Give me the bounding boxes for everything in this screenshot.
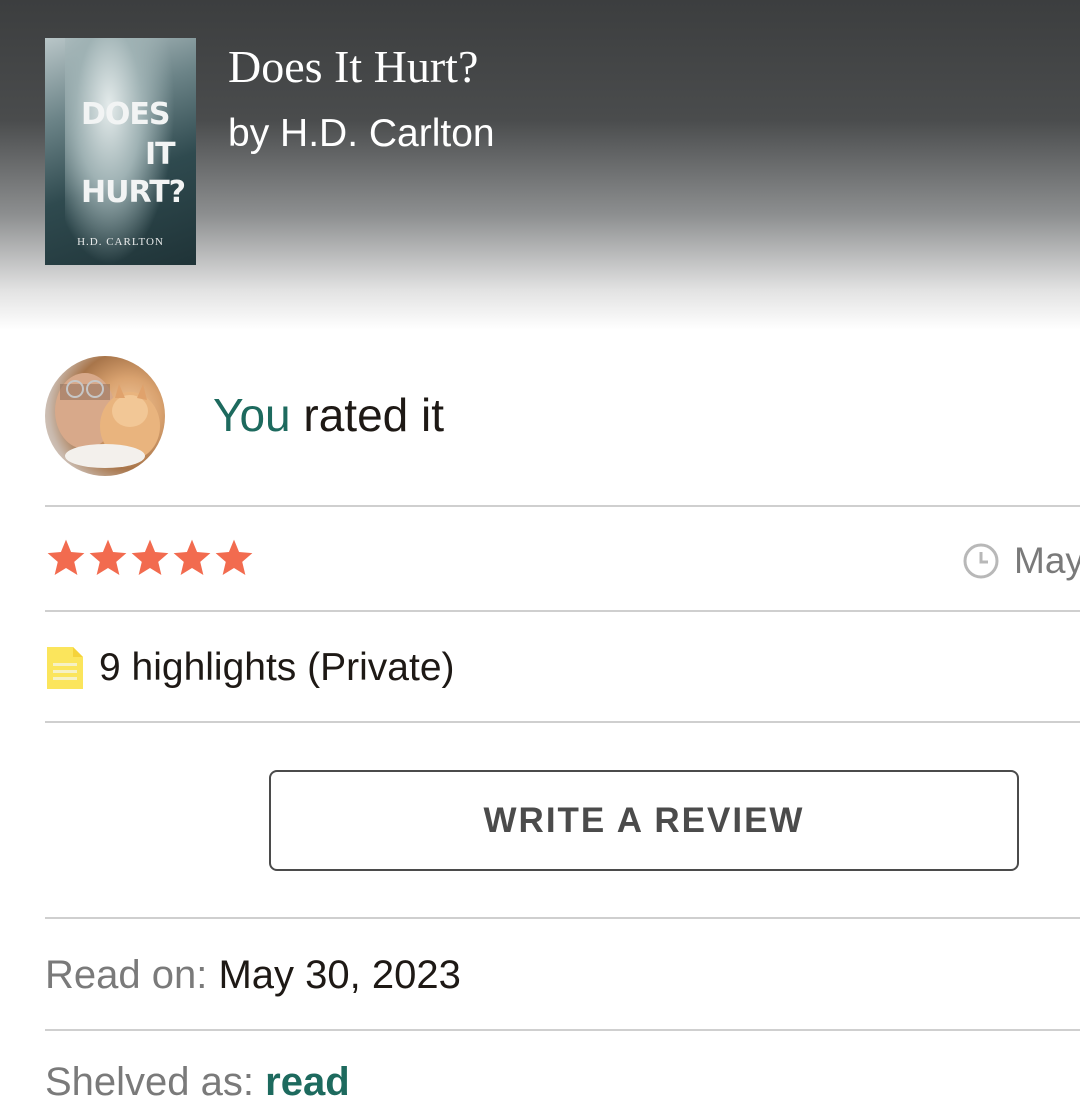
shelved-row: Shelved as: read [45, 1060, 350, 1105]
cover-title-line-3: HURT? [81, 175, 186, 210]
star-icon[interactable] [213, 537, 255, 579]
read-on-date[interactable]: May 30, 2023 [218, 953, 460, 997]
avatar-photo [55, 373, 160, 468]
shelved-label: Shelved as: [45, 1060, 255, 1104]
star-icon[interactable] [171, 537, 213, 579]
note-icon [47, 647, 83, 689]
highlights-text: 9 highlights (Private) [99, 646, 455, 689]
read-on-label: Read on: [45, 953, 208, 997]
rating-date-text: May [1014, 540, 1080, 581]
avatar[interactable] [45, 356, 165, 476]
read-on-row: Read on: May 30, 2023 [45, 953, 461, 998]
book-cover[interactable]: DOES IT HURT? H.D. CARLTON [45, 38, 196, 265]
cover-author: H.D. CARLTON [77, 236, 164, 248]
star-icon[interactable] [45, 537, 87, 579]
cover-title-line-2: IT [145, 137, 176, 172]
divider [45, 917, 1080, 919]
you-link[interactable]: You [213, 389, 291, 441]
star-rating[interactable] [45, 537, 255, 584]
clock-icon [963, 543, 999, 579]
rating-heading: You rated it [213, 388, 444, 442]
shelf-link[interactable]: read [265, 1060, 350, 1104]
book-author[interactable]: by H.D. Carlton [228, 112, 495, 156]
star-icon[interactable] [129, 537, 171, 579]
star-icon[interactable] [87, 537, 129, 579]
divider [45, 505, 1080, 507]
rated-text: rated it [290, 389, 445, 441]
divider [45, 721, 1080, 723]
book-title[interactable]: Does It Hurt? [228, 40, 478, 93]
rating-date: May [962, 540, 1080, 582]
write-review-button[interactable]: WRITE A REVIEW [269, 770, 1019, 871]
divider [45, 610, 1080, 612]
cover-title-line-1: DOES [81, 97, 171, 132]
book-header: DOES IT HURT? H.D. CARLTON Does It Hurt?… [0, 0, 1080, 330]
highlights-row[interactable]: 9 highlights (Private) [45, 645, 455, 691]
divider [45, 1029, 1080, 1031]
